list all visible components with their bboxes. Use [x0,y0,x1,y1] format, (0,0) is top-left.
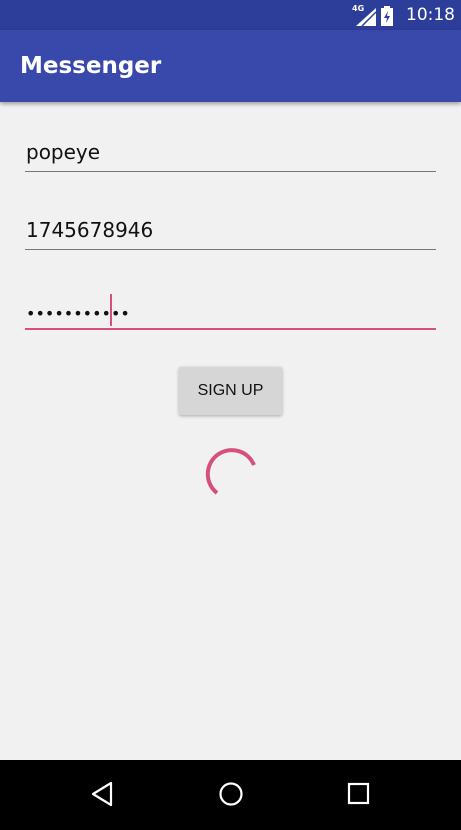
phone-field[interactable]: 1745678946 [25,210,436,250]
back-icon[interactable] [91,781,113,807]
app-bar: Messenger [0,30,461,102]
navigation-bar [0,760,461,830]
username-field[interactable]: popeye [25,132,436,172]
phone-underline [25,249,436,250]
home-icon[interactable] [218,781,244,807]
username-underline [25,171,436,172]
password-value: ••••••••••• [26,304,130,323]
sign-up-button[interactable]: SIGN UP [179,367,282,415]
loading-spinner-icon [205,448,256,495]
phone-value: 1745678946 [26,218,154,242]
recents-icon[interactable] [347,782,371,806]
username-value: popeye [26,140,101,164]
password-field[interactable]: ••••••••••• [25,290,436,330]
status-bar: 4G 10:18 [0,0,461,30]
text-cursor [110,294,112,326]
password-underline [25,328,436,330]
battery-icon [381,6,393,26]
status-time: 10:18 [406,5,455,25]
signal-icon [356,8,376,26]
app-title: Messenger [20,53,162,79]
